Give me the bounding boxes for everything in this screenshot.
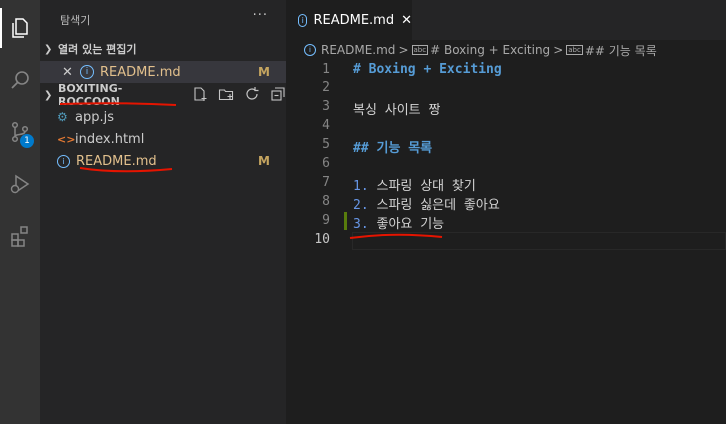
open-editor-filename: README.md bbox=[100, 64, 181, 80]
tab-bar: i README.md ✕ bbox=[286, 0, 726, 40]
open-editor-item[interactable]: ✕ i README.md M bbox=[40, 61, 286, 83]
list-text: 스파링 상대 찾기 bbox=[368, 179, 476, 194]
breadcrumb: i README.md > abc # Boxing + Exciting > … bbox=[286, 40, 726, 60]
file-item-index-html[interactable]: <> index.html bbox=[40, 128, 286, 150]
line-number: 7 bbox=[322, 175, 330, 190]
close-icon[interactable]: ✕ bbox=[401, 13, 412, 28]
source-control-icon[interactable]: 1 bbox=[0, 112, 40, 152]
line-number: 3 bbox=[322, 99, 330, 114]
tab-label: README.md bbox=[313, 12, 395, 28]
chevron-down-icon: ❯ bbox=[44, 43, 53, 55]
code-line[interactable]: # Boxing + Exciting bbox=[353, 62, 502, 77]
modified-badge: M bbox=[258, 154, 270, 168]
explorer-sidebar: 탐색기 ··· ❯ 열려 있는 편집기 ✕ i README.md M ❯ BO… bbox=[40, 0, 286, 424]
annotation-underline bbox=[349, 233, 443, 239]
file-name: index.html bbox=[75, 131, 145, 147]
info-icon: i bbox=[304, 44, 316, 56]
info-icon: i bbox=[298, 13, 308, 27]
editor-area: i README.md ✕ i README.md > abc # Boxing… bbox=[286, 0, 726, 424]
line-number: 2 bbox=[322, 80, 330, 95]
sidebar-title: 탐색기 bbox=[60, 14, 91, 27]
new-file-icon[interactable] bbox=[192, 86, 208, 105]
collapse-all-icon[interactable] bbox=[270, 86, 286, 105]
list-number: 2. bbox=[353, 198, 369, 213]
code-line[interactable]: 1. 스파링 상대 찾기 bbox=[353, 175, 476, 194]
activity-bar: 1 bbox=[0, 0, 40, 424]
open-editors-label: 열려 있는 편집기 bbox=[58, 43, 137, 56]
line-number: 4 bbox=[322, 118, 330, 133]
breadcrumb-heading-1[interactable]: # Boxing + Exciting bbox=[430, 43, 550, 57]
modified-badge: M bbox=[258, 65, 270, 79]
symbol-string-icon: abc bbox=[566, 45, 583, 55]
search-icon[interactable] bbox=[0, 60, 40, 100]
file-name: app.js bbox=[75, 109, 114, 125]
info-icon: i bbox=[80, 65, 94, 79]
open-editors-header[interactable]: ❯ 열려 있는 편집기 bbox=[40, 38, 286, 60]
more-actions-icon[interactable]: ··· bbox=[253, 8, 268, 23]
close-icon[interactable]: ✕ bbox=[62, 65, 76, 80]
tab-readme[interactable]: i README.md ✕ bbox=[286, 0, 412, 40]
html-icon: <> bbox=[57, 132, 76, 146]
info-icon: i bbox=[57, 154, 70, 168]
code-line[interactable]: ## 기능 목록 bbox=[353, 137, 432, 156]
line-number: 1 bbox=[322, 62, 330, 77]
line-number: 5 bbox=[322, 137, 330, 152]
list-number: 1. bbox=[353, 179, 369, 194]
breadcrumb-separator: > bbox=[398, 43, 409, 57]
file-item-app-js[interactable]: ⚙ app.js bbox=[40, 106, 286, 128]
line-number: 9 bbox=[322, 213, 330, 228]
modified-line-marker bbox=[344, 212, 347, 230]
explorer-icon[interactable] bbox=[0, 8, 40, 48]
breadcrumb-file[interactable]: README.md bbox=[321, 43, 395, 57]
breadcrumb-separator: > bbox=[553, 43, 564, 57]
gear-icon: ⚙ bbox=[57, 110, 68, 124]
line-number: 6 bbox=[322, 156, 330, 171]
code-line[interactable]: 복싱 사이트 짱 bbox=[353, 99, 440, 118]
breadcrumb-heading-2[interactable]: ## 기능 목록 bbox=[585, 42, 657, 59]
extensions-icon[interactable] bbox=[0, 216, 40, 256]
new-folder-icon[interactable] bbox=[218, 86, 234, 105]
list-text: 스파링 싫은데 좋아요 bbox=[368, 198, 500, 213]
annotation-underline bbox=[79, 167, 173, 173]
symbol-string-icon: abc bbox=[411, 45, 429, 55]
chevron-down-icon: ❯ bbox=[44, 89, 53, 101]
line-number: 8 bbox=[322, 194, 330, 209]
source-control-badge: 1 bbox=[20, 134, 34, 148]
refresh-icon[interactable] bbox=[244, 86, 260, 105]
run-debug-icon[interactable] bbox=[0, 164, 40, 204]
line-number: 10 bbox=[314, 232, 330, 247]
code-line[interactable]: 2. 스파링 싫은데 좋아요 bbox=[353, 194, 500, 213]
